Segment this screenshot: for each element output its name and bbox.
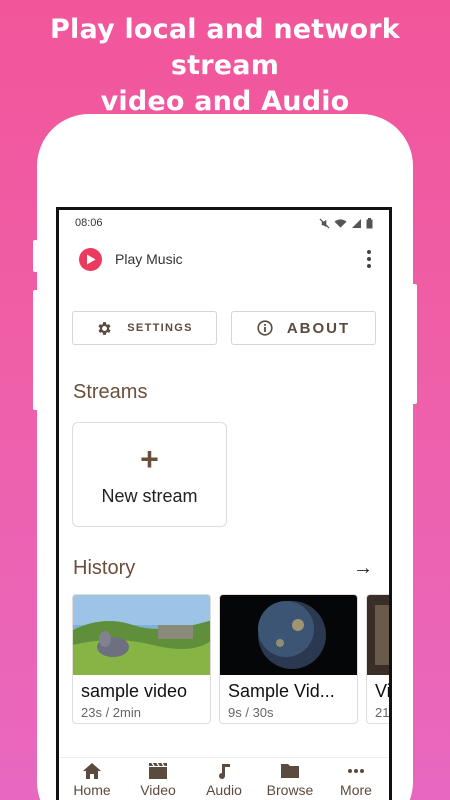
overflow-menu-icon[interactable] — [363, 250, 375, 268]
more-dots-icon — [348, 769, 364, 773]
arrow-right-icon[interactable]: → — [353, 557, 373, 580]
action-buttons: SETTINGS ABOUT — [59, 311, 389, 345]
play-circle-icon — [79, 247, 102, 271]
video-thumbnail — [73, 595, 210, 675]
music-note-icon — [219, 764, 230, 779]
nav-home[interactable]: Home — [59, 762, 125, 800]
new-stream-card[interactable]: + New stream — [72, 422, 227, 527]
promo-headline: Play local and network stream video and … — [0, 12, 450, 120]
history-item-title: Vi — [375, 681, 391, 701]
status-bar: 08:06 — [59, 210, 389, 236]
history-card[interactable]: Sample Vid... 9s / 30s — [219, 594, 358, 724]
bottom-navigation: Home Video Audio Browse More — [59, 757, 389, 800]
new-stream-label: New stream — [101, 486, 198, 506]
film-icon — [149, 762, 167, 779]
history-header: History → — [59, 557, 389, 580]
history-heading: History — [73, 557, 136, 579]
nav-video[interactable]: Video — [125, 762, 191, 800]
history-list: sample video 23s / 2min Sample Vid... 9s… — [59, 594, 389, 724]
history-item-title: sample video — [81, 681, 188, 701]
phone-screen: 08:06 Play Music SETTINGS ABOUT Streams … — [56, 207, 392, 800]
history-card[interactable]: sample video 23s / 2min — [72, 594, 211, 724]
about-label: ABOUT — [286, 319, 351, 337]
app-bar: Play Music — [59, 236, 389, 282]
nav-audio[interactable]: Audio — [191, 762, 257, 800]
nav-label: More — [340, 782, 372, 798]
history-item-title: Sample Vid... — [228, 681, 335, 701]
history-card[interactable]: Vi 21 — [366, 594, 391, 724]
nav-label: Home — [73, 782, 111, 798]
status-time: 08:06 — [75, 217, 103, 229]
history-item-meta: 9s / 30s — [228, 705, 274, 720]
home-icon — [83, 763, 101, 779]
streams-heading: Streams — [73, 381, 148, 403]
about-button[interactable]: ABOUT — [231, 311, 376, 345]
nav-label: Browse — [266, 782, 314, 798]
folder-icon — [281, 764, 299, 778]
video-thumbnail — [367, 595, 389, 675]
settings-button[interactable]: SETTINGS — [72, 311, 217, 345]
history-item-meta: 23s / 2min — [81, 705, 141, 720]
plus-icon: + — [140, 441, 159, 477]
wifi-icon — [334, 218, 347, 228]
nav-browse[interactable]: Browse — [257, 762, 323, 800]
app-title: Play Music — [115, 251, 183, 267]
nav-label: Audio — [206, 782, 242, 798]
signal-icon — [352, 218, 361, 228]
gear-icon — [98, 321, 111, 335]
video-thumbnail — [220, 595, 357, 675]
nav-more[interactable]: More — [323, 762, 389, 800]
history-item-meta: 21 — [375, 705, 390, 720]
settings-label: SETTINGS — [127, 322, 193, 334]
promo-line-1: Play local and network stream — [50, 14, 400, 81]
mute-icon — [319, 217, 330, 229]
nav-label: Video — [140, 782, 176, 798]
battery-icon — [366, 217, 373, 228]
info-icon — [257, 320, 273, 336]
